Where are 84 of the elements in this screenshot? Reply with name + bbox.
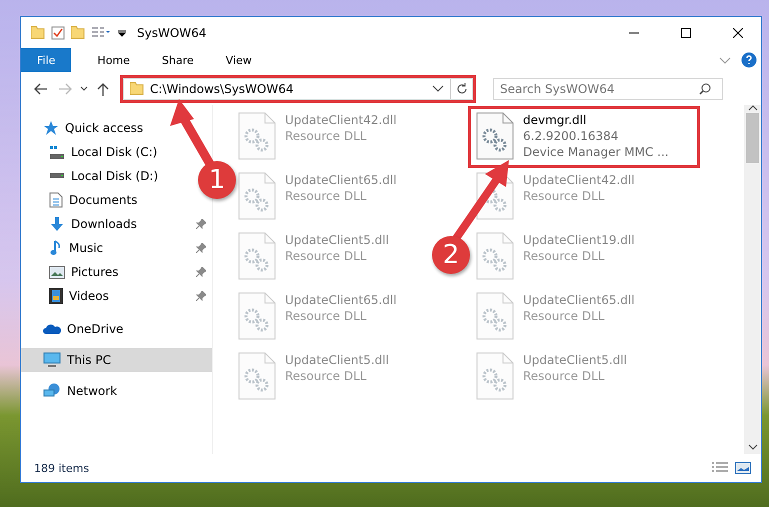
gear-file-icon (475, 232, 515, 280)
window-title: SysWOW64 (137, 26, 208, 40)
gear-file-icon (237, 292, 277, 340)
ribbon-tab[interactable]: Share (148, 48, 208, 72)
pin-icon (196, 219, 206, 229)
file-item[interactable]: devmgr.dll 6.2.9200.16384 Device Manager MMC ... (471, 109, 697, 165)
properties-icon (91, 26, 111, 40)
film-icon (49, 288, 63, 304)
file-detail: Resource DLL (285, 248, 368, 264)
dropdown-icon[interactable] (117, 28, 127, 38)
file-name: UpdateClient5.dll (285, 352, 389, 368)
gear-file-icon (475, 112, 515, 160)
file-detail: Resource DLL (523, 368, 606, 384)
down-arrow-icon (49, 216, 65, 232)
chevron-down-icon (80, 86, 88, 92)
gear-file-icon (237, 232, 277, 280)
sidebar-item[interactable]: This PC (21, 348, 212, 372)
file-name: UpdateClient65.dll (523, 292, 635, 308)
network-globe-icon (43, 383, 61, 399)
file-name: UpdateClient5.dll (523, 352, 627, 368)
up-arrow-icon (97, 82, 109, 96)
back-arrow-icon (34, 82, 48, 94)
drive-icon (49, 173, 65, 179)
scroll-up-icon[interactable] (748, 105, 758, 111)
sidebar-item[interactable]: Local Disk (C:) (21, 140, 164, 164)
file-name: UpdateClient19.dll (523, 232, 635, 248)
gear-file-icon (475, 292, 515, 340)
chevron-down-icon[interactable] (432, 85, 444, 92)
folder-icon (130, 82, 144, 95)
file-name: UpdateClient42.dll (285, 112, 397, 128)
file-detail: 6.2.9200.16384 (523, 128, 620, 144)
pin-icon (196, 243, 206, 253)
pin-icon (196, 267, 206, 277)
scrollbar[interactable] (744, 105, 761, 454)
sidebar-item[interactable]: Local Disk (D:) (21, 164, 164, 188)
monitor-icon (43, 352, 61, 368)
sidebar-item[interactable]: Documents (21, 188, 144, 212)
cloud-icon (43, 323, 61, 335)
file-detail: Resource DLL (523, 308, 606, 324)
checklist-icon (51, 26, 65, 40)
gear-file-icon (237, 352, 277, 400)
file-detail: Resource DLL (523, 188, 606, 204)
sidebar-item[interactable]: Quick access (21, 116, 212, 140)
file-detail: Resource DLL (285, 188, 368, 204)
file-detail: Resource DLL (285, 308, 368, 324)
pin-icon (196, 291, 206, 301)
maximize-icon (681, 28, 691, 38)
minimize-icon (629, 32, 639, 34)
ribbon-tab[interactable]: View (212, 48, 266, 72)
sidebar-item[interactable]: Network (21, 379, 212, 403)
large-icons-view-icon[interactable] (735, 461, 751, 475)
drive-icon (49, 146, 65, 158)
music-note-icon (49, 240, 63, 256)
gear-file-icon (237, 112, 277, 160)
sidebar-item[interactable]: Pictures (21, 260, 212, 284)
star-icon (43, 120, 59, 136)
file-name: UpdateClient65.dll (285, 172, 397, 188)
sidebar-item[interactable]: Videos (21, 284, 212, 308)
refresh-icon (456, 82, 468, 94)
file-detail: Device Manager MMC ... (523, 144, 669, 160)
sidebar-item[interactable]: Downloads (21, 212, 212, 236)
sidebar-item[interactable]: OneDrive (21, 317, 212, 341)
item-count: 189 items (34, 462, 90, 474)
scroll-down-icon[interactable] (748, 444, 758, 450)
file-name: devmgr.dll (523, 112, 588, 128)
folder-icon (31, 26, 45, 39)
file-name: UpdateClient65.dll (285, 292, 397, 308)
gear-file-icon (237, 172, 277, 220)
file-detail: Resource DLL (285, 368, 368, 384)
file-detail: Resource DLL (523, 248, 606, 264)
scroll-thumb[interactable] (746, 113, 759, 163)
gear-file-icon (475, 352, 515, 400)
file-name: UpdateClient42.dll (523, 172, 635, 188)
sidebar-item[interactable]: Music (21, 236, 212, 260)
folder-icon (71, 26, 85, 39)
ribbon-tab[interactable]: File (21, 48, 72, 72)
forward-arrow-icon (58, 82, 72, 94)
file-name: UpdateClient5.dll (285, 232, 389, 248)
file-detail: Resource DLL (285, 128, 368, 144)
picture-icon (49, 266, 65, 278)
close-icon (733, 28, 743, 38)
document-icon (49, 192, 63, 208)
ribbon-tab[interactable]: Home (83, 48, 144, 72)
search-field[interactable]: Search SysWOW64 (493, 78, 723, 100)
